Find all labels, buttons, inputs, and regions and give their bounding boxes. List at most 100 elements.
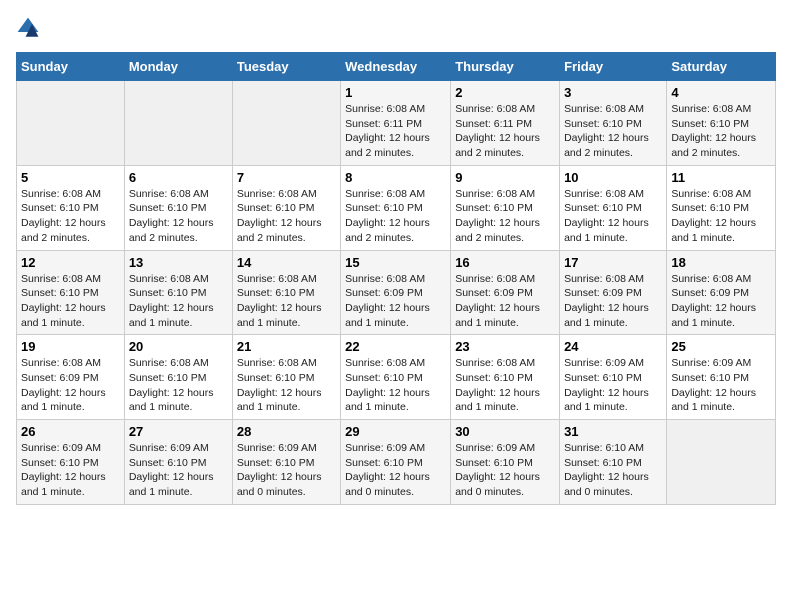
day-info: Sunrise: 6:09 AMSunset: 6:10 PMDaylight:… — [455, 441, 555, 500]
day-number: 10 — [564, 170, 662, 185]
day-cell: 12Sunrise: 6:08 AMSunset: 6:10 PMDayligh… — [17, 250, 125, 335]
day-number: 1 — [345, 85, 446, 100]
day-cell: 29 Sunrise: 6:09 AMSunset: 6:10 PMDayligh… — [341, 420, 451, 505]
day-info: Sunrise: 6:08 AMSunset: 6:10 PMDaylight:… — [129, 356, 228, 415]
header-cell-wednesday: Wednesday — [341, 53, 451, 81]
day-number: 15 — [345, 255, 446, 270]
day-info: Sunrise: 6:08 AMSunset: 6:10 PMDaylight:… — [21, 187, 120, 246]
day-number: 8 — [345, 170, 446, 185]
day-cell: 20 Sunrise: 6:08 AMSunset: 6:10 PMDayligh… — [124, 335, 232, 420]
day-info: Sunrise: 6:08 AMSunset: 6:10 PMDaylight:… — [455, 187, 555, 246]
day-cell: 9 Sunrise: 6:08 AMSunset: 6:10 PMDaylight… — [451, 165, 560, 250]
day-number: 25 — [671, 339, 771, 354]
day-number: 13 — [129, 255, 228, 270]
day-info: Sunrise: 6:08 AMSunset: 6:10 PMDaylight:… — [671, 187, 771, 246]
page-header — [16, 16, 776, 40]
day-number: 26 — [21, 424, 120, 439]
day-number: 16 — [455, 255, 555, 270]
day-info: Sunrise: 6:08 AMSunset: 6:10 PMDaylight:… — [237, 272, 336, 331]
day-cell: 30 Sunrise: 6:09 AMSunset: 6:10 PMDayligh… — [451, 420, 560, 505]
day-cell — [124, 81, 232, 166]
day-info: Sunrise: 6:08 AMSunset: 6:10 PMDaylight:… — [564, 187, 662, 246]
day-cell: 1 Sunrise: 6:08 AMSunset: 6:11 PMDaylight… — [341, 81, 451, 166]
day-cell: 6 Sunrise: 6:08 AMSunset: 6:10 PMDaylight… — [124, 165, 232, 250]
day-info: Sunrise: 6:09 AMSunset: 6:10 PMDaylight:… — [21, 441, 120, 500]
day-cell: 16 Sunrise: 6:08 AMSunset: 6:09 PMDayligh… — [451, 250, 560, 335]
day-number: 29 — [345, 424, 446, 439]
day-info: Sunrise: 6:09 AMSunset: 6:10 PMDaylight:… — [237, 441, 336, 500]
header-row: SundayMondayTuesdayWednesdayThursdayFrid… — [17, 53, 776, 81]
day-info: Sunrise: 6:08 AMSunset: 6:11 PMDaylight:… — [345, 102, 446, 161]
logo — [16, 16, 44, 40]
day-cell: 2 Sunrise: 6:08 AMSunset: 6:11 PMDaylight… — [451, 81, 560, 166]
day-info: Sunrise: 6:08 AMSunset: 6:10 PMDaylight:… — [455, 356, 555, 415]
day-cell — [232, 81, 340, 166]
day-number: 30 — [455, 424, 555, 439]
day-number: 6 — [129, 170, 228, 185]
day-info: Sunrise: 6:09 AMSunset: 6:10 PMDaylight:… — [345, 441, 446, 500]
day-info: Sunrise: 6:10 AMSunset: 6:10 PMDaylight:… — [564, 441, 662, 500]
week-row-0: 1 Sunrise: 6:08 AMSunset: 6:11 PMDaylight… — [17, 81, 776, 166]
day-info: Sunrise: 6:08 AMSunset: 6:10 PMDaylight:… — [21, 272, 120, 331]
week-row-1: 5 Sunrise: 6:08 AMSunset: 6:10 PMDaylight… — [17, 165, 776, 250]
day-info: Sunrise: 6:08 AMSunset: 6:09 PMDaylight:… — [455, 272, 555, 331]
day-cell: 24Sunrise: 6:09 AMSunset: 6:10 PMDayligh… — [560, 335, 667, 420]
day-number: 7 — [237, 170, 336, 185]
day-cell: 23 Sunrise: 6:08 AMSunset: 6:10 PMDayligh… — [451, 335, 560, 420]
day-number: 31 — [564, 424, 662, 439]
day-cell: 11Sunrise: 6:08 AMSunset: 6:10 PMDayligh… — [667, 165, 776, 250]
day-number: 27 — [129, 424, 228, 439]
day-number: 24 — [564, 339, 662, 354]
day-info: Sunrise: 6:08 AMSunset: 6:10 PMDaylight:… — [129, 187, 228, 246]
calendar-header: SundayMondayTuesdayWednesdayThursdayFrid… — [17, 53, 776, 81]
day-cell: 3Sunrise: 6:08 AMSunset: 6:10 PMDaylight… — [560, 81, 667, 166]
day-number: 4 — [671, 85, 771, 100]
day-number: 5 — [21, 170, 120, 185]
day-cell: 25Sunrise: 6:09 AMSunset: 6:10 PMDayligh… — [667, 335, 776, 420]
day-number: 2 — [455, 85, 555, 100]
day-number: 21 — [237, 339, 336, 354]
day-cell: 10 Sunrise: 6:08 AMSunset: 6:10 PMDayligh… — [560, 165, 667, 250]
header-cell-thursday: Thursday — [451, 53, 560, 81]
day-number: 28 — [237, 424, 336, 439]
header-cell-monday: Monday — [124, 53, 232, 81]
day-cell: 8Sunrise: 6:08 AMSunset: 6:10 PMDaylight… — [341, 165, 451, 250]
day-info: Sunrise: 6:08 AMSunset: 6:10 PMDaylight:… — [564, 102, 662, 161]
day-cell: 19 Sunrise: 6:08 AMSunset: 6:09 PMDayligh… — [17, 335, 125, 420]
day-cell: 28 Sunrise: 6:09 AMSunset: 6:10 PMDayligh… — [232, 420, 340, 505]
day-info: Sunrise: 6:08 AMSunset: 6:09 PMDaylight:… — [345, 272, 446, 331]
day-info: Sunrise: 6:08 AMSunset: 6:10 PMDaylight:… — [345, 356, 446, 415]
day-info: Sunrise: 6:08 AMSunset: 6:11 PMDaylight:… — [455, 102, 555, 161]
week-row-2: 12Sunrise: 6:08 AMSunset: 6:10 PMDayligh… — [17, 250, 776, 335]
day-info: Sunrise: 6:08 AMSunset: 6:09 PMDaylight:… — [564, 272, 662, 331]
day-cell: 22 Sunrise: 6:08 AMSunset: 6:10 PMDayligh… — [341, 335, 451, 420]
day-cell: 5 Sunrise: 6:08 AMSunset: 6:10 PMDaylight… — [17, 165, 125, 250]
day-number: 19 — [21, 339, 120, 354]
calendar-table: SundayMondayTuesdayWednesdayThursdayFrid… — [16, 52, 776, 505]
day-cell: 17 Sunrise: 6:08 AMSunset: 6:09 PMDayligh… — [560, 250, 667, 335]
day-info: Sunrise: 6:08 AMSunset: 6:09 PMDaylight:… — [671, 272, 771, 331]
logo-icon — [16, 16, 40, 40]
week-row-3: 19 Sunrise: 6:08 AMSunset: 6:09 PMDayligh… — [17, 335, 776, 420]
day-cell: 7Sunrise: 6:08 AMSunset: 6:10 PMDaylight… — [232, 165, 340, 250]
day-number: 23 — [455, 339, 555, 354]
day-cell: 4 Sunrise: 6:08 AMSunset: 6:10 PMDaylight… — [667, 81, 776, 166]
calendar-body: 1 Sunrise: 6:08 AMSunset: 6:11 PMDaylight… — [17, 81, 776, 505]
day-info: Sunrise: 6:08 AMSunset: 6:09 PMDaylight:… — [21, 356, 120, 415]
header-cell-sunday: Sunday — [17, 53, 125, 81]
day-number: 20 — [129, 339, 228, 354]
day-cell — [667, 420, 776, 505]
day-cell — [17, 81, 125, 166]
day-cell: 14Sunrise: 6:08 AMSunset: 6:10 PMDayligh… — [232, 250, 340, 335]
day-cell: 21Sunrise: 6:08 AMSunset: 6:10 PMDayligh… — [232, 335, 340, 420]
day-number: 18 — [671, 255, 771, 270]
day-number: 9 — [455, 170, 555, 185]
day-info: Sunrise: 6:08 AMSunset: 6:10 PMDaylight:… — [671, 102, 771, 161]
day-cell: 31 Sunrise: 6:10 AMSunset: 6:10 PMDayligh… — [560, 420, 667, 505]
day-number: 17 — [564, 255, 662, 270]
header-cell-friday: Friday — [560, 53, 667, 81]
day-cell: 27Sunrise: 6:09 AMSunset: 6:10 PMDayligh… — [124, 420, 232, 505]
day-cell: 13Sunrise: 6:08 AMSunset: 6:10 PMDayligh… — [124, 250, 232, 335]
week-row-4: 26 Sunrise: 6:09 AMSunset: 6:10 PMDayligh… — [17, 420, 776, 505]
day-number: 22 — [345, 339, 446, 354]
